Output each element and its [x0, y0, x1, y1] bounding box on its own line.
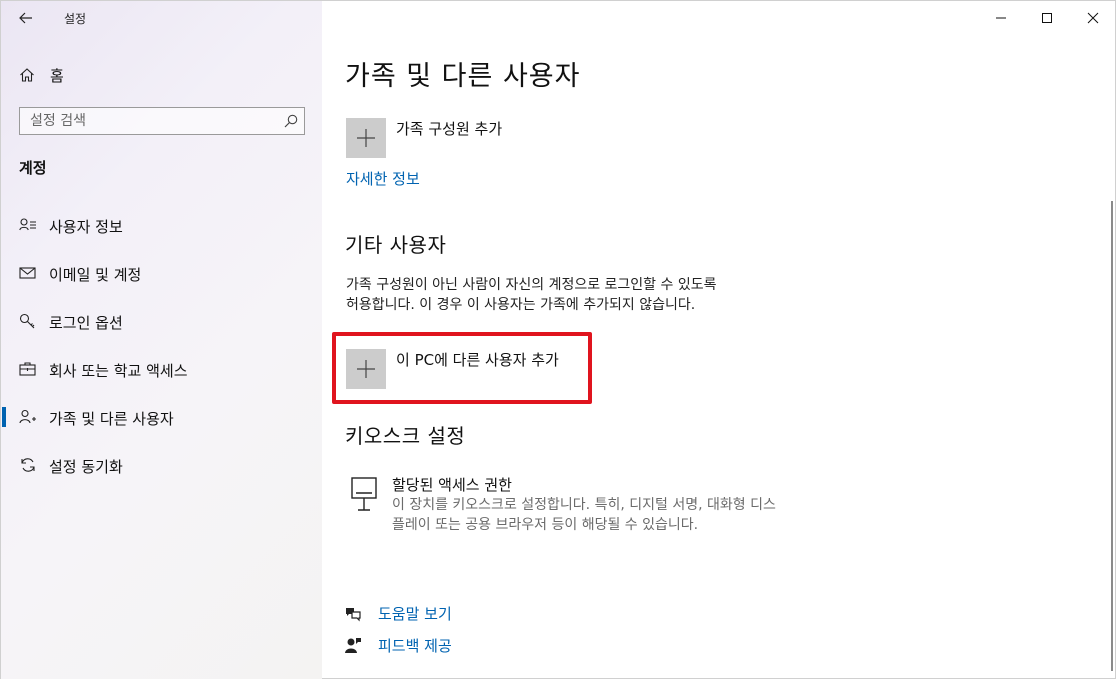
assigned-access-description: 이 장치를 키오스크로 설정합니다. 특히, 디지털 서명, 대화형 디스플레이… — [392, 497, 776, 533]
sidebar-item-label: 로그인 옵션 — [49, 314, 123, 332]
close-button[interactable] — [1070, 3, 1116, 33]
plus-icon — [357, 129, 375, 147]
sidebar-item-home[interactable]: 홈 — [1, 61, 322, 89]
sidebar-item-sync[interactable]: 설정 동기화 — [1, 445, 322, 485]
sidebar-section-title: 계정 — [19, 159, 47, 177]
other-users-description-line2: 허용합니다. 이 경우 이 사용자는 가족에 추가되지 않습니다. — [346, 297, 696, 313]
settings-window: 설정 홈 계정 사용 — [0, 0, 1116, 679]
mail-icon — [19, 267, 36, 279]
plus-icon — [357, 360, 375, 378]
maximize-button[interactable] — [1024, 3, 1070, 33]
active-indicator — [2, 407, 6, 427]
other-users-description-line1: 가족 구성원이 아닌 사람이 자신의 계정으로 로그인할 수 있도록 — [346, 277, 717, 293]
sidebar-item-family[interactable]: 가족 및 다른 사용자 — [1, 397, 322, 437]
give-feedback-label: 피드백 제공 — [378, 637, 452, 655]
add-other-user-button[interactable] — [346, 349, 386, 389]
briefcase-icon — [19, 362, 36, 376]
scrollbar[interactable] — [1111, 201, 1113, 671]
search-box — [19, 107, 305, 135]
get-help-label: 도움말 보기 — [378, 605, 452, 623]
sidebar-item-work-school[interactable]: 회사 또는 학교 액세스 — [1, 349, 322, 389]
more-info-link[interactable]: 자세한 정보 — [346, 168, 420, 189]
sidebar-item-label: 설정 동기화 — [49, 458, 123, 476]
feedback-icon — [345, 638, 361, 653]
add-other-user-label[interactable]: 이 PC에 다른 사용자 추가 — [396, 349, 559, 370]
sync-icon — [21, 458, 35, 472]
search-input[interactable] — [20, 108, 270, 134]
sidebar-item-label: 회사 또는 학교 액세스 — [49, 362, 188, 380]
back-arrow-icon — [19, 12, 32, 24]
key-icon — [19, 313, 35, 329]
sidebar: 설정 홈 계정 사용 — [1, 1, 322, 679]
back-button[interactable] — [15, 7, 37, 29]
sidebar-item-label: 홈 — [50, 67, 64, 85]
sidebar-item-label: 사용자 정보 — [49, 218, 123, 236]
assigned-access-title[interactable]: 할당된 액세스 권한 — [392, 474, 512, 495]
sidebar-item-label: 이메일 및 계정 — [49, 266, 142, 284]
add-family-member-label[interactable]: 가족 구성원 추가 — [396, 118, 502, 139]
minimize-icon — [996, 17, 1006, 19]
search-icon[interactable] — [284, 114, 298, 128]
sidebar-item-label: 가족 및 다른 사용자 — [49, 410, 174, 428]
kiosk-icon[interactable] — [351, 477, 377, 513]
close-icon — [1087, 12, 1099, 24]
other-users-heading: 기타 사용자 — [345, 233, 447, 257]
sidebar-item-sign-in-options[interactable]: 로그인 옵션 — [1, 301, 322, 341]
page-title: 가족 및 다른 사용자 — [345, 61, 581, 92]
sidebar-item-email[interactable]: 이메일 및 계정 — [1, 253, 322, 293]
home-icon — [20, 68, 34, 82]
add-family-member-button[interactable] — [346, 118, 386, 158]
user-info-icon — [19, 218, 36, 231]
people-icon — [19, 409, 36, 424]
kiosk-heading: 키오스크 설정 — [345, 424, 466, 448]
sidebar-item-user-info[interactable]: 사용자 정보 — [1, 205, 322, 245]
maximize-icon — [1042, 13, 1052, 23]
minimize-button[interactable] — [978, 3, 1024, 33]
chat-help-icon — [346, 608, 361, 622]
app-title: 설정 — [64, 12, 87, 26]
